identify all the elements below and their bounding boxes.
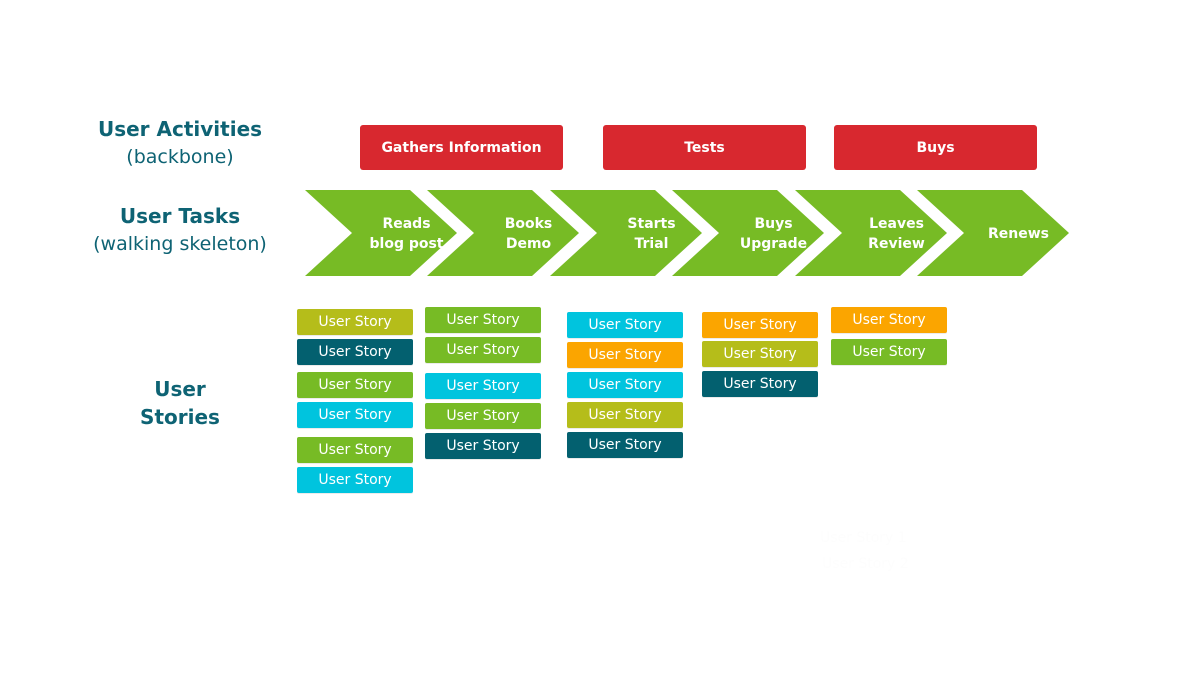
task-label: Leaves [869,216,924,232]
user-story-card[interactable]: User Story [297,437,413,463]
user-story-card[interactable]: User Story [425,373,541,399]
user-story-card[interactable]: User Story [425,433,541,459]
user-story-card[interactable]: User Story [425,403,541,429]
user-story-card[interactable]: User Story [567,402,683,428]
user-story-card[interactable]: User Story [297,339,413,365]
user-story-card[interactable]: User Story [702,312,818,338]
task-label: Renews [988,226,1049,242]
user-story-card[interactable]: User Story [425,307,541,333]
user-story-card[interactable]: User Story [702,371,818,397]
user-story-card[interactable]: User Story [425,337,541,363]
task-label: Upgrade [740,236,807,252]
task-label: Books [505,216,553,232]
task-label: Reads [382,216,430,232]
task-label: Starts [627,216,675,232]
task-label: Buys [754,216,792,232]
user-story-card[interactable]: User Story [702,341,818,367]
ghost-text-1: User Story 1 [820,530,907,546]
user-story-card[interactable]: User Story [831,339,947,365]
user-story-card[interactable]: User Story [567,342,683,368]
user-story-card[interactable]: User Story [297,402,413,428]
task-label: Trial [635,236,669,252]
task-chevron-shape [305,190,457,276]
user-story-card[interactable]: User Story [297,372,413,398]
user-story-card[interactable]: User Story [297,309,413,335]
task-label: Review [868,236,925,252]
user-story-card[interactable]: User Story [297,467,413,493]
task-label: Demo [506,236,552,252]
task-chevron[interactable]: Reads blog post [305,190,457,276]
user-story-card[interactable]: User Story [567,372,683,398]
user-story-card[interactable]: User Story [567,312,683,338]
ghost-text-2: User Story 2 [822,556,909,572]
task-label: blog post [370,236,444,252]
user-story-card[interactable]: User Story [567,432,683,458]
user-story-card[interactable]: User Story [831,307,947,333]
